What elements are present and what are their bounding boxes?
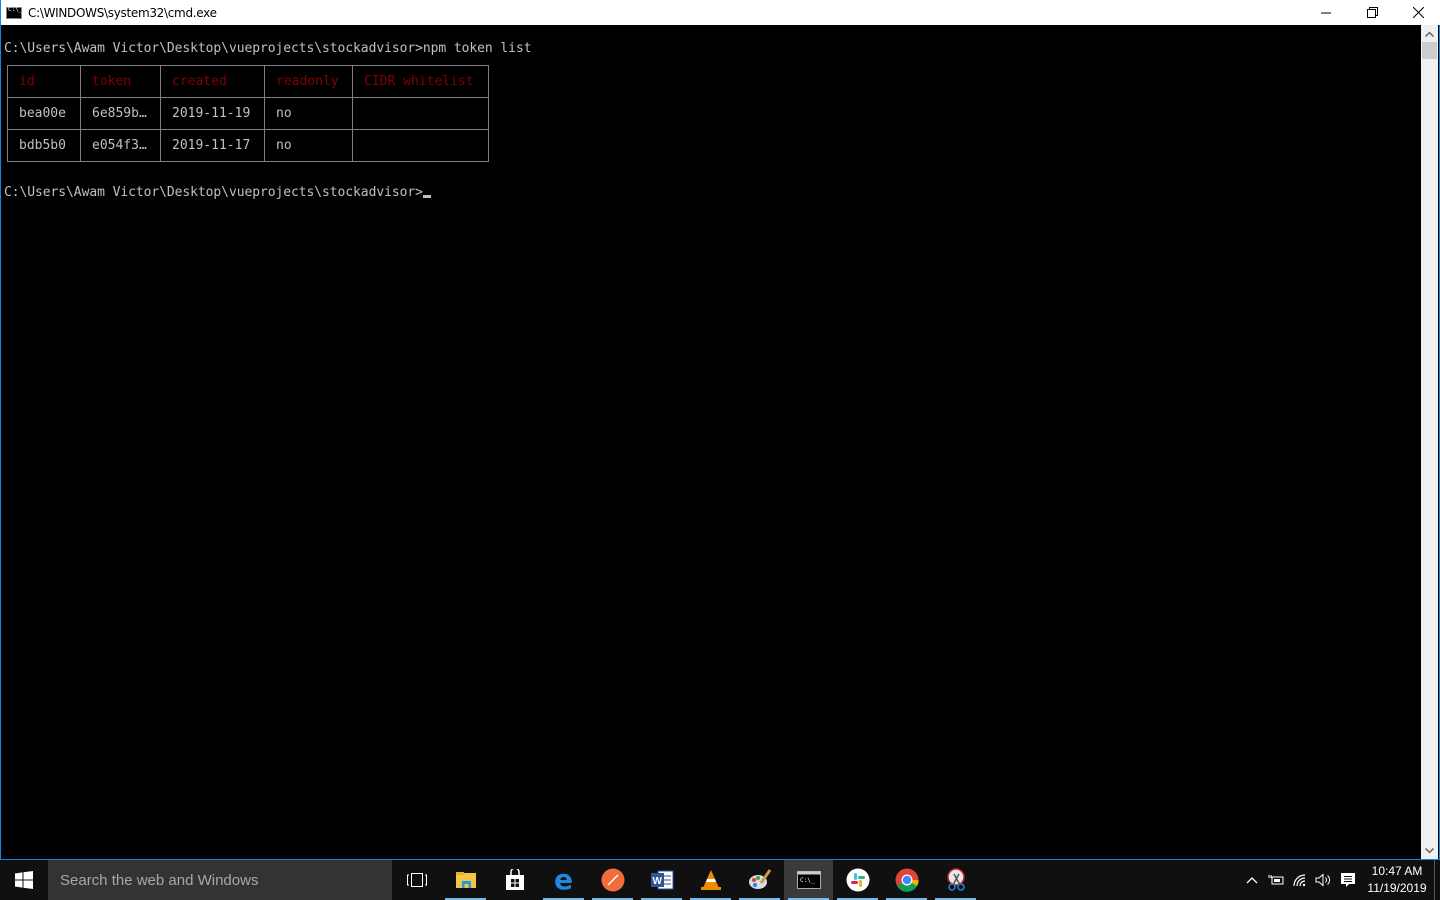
start-button[interactable] (0, 860, 48, 900)
table-header-row: id token created readonly CIDR whitelist (7, 65, 489, 98)
restore-icon (1366, 7, 1378, 18)
text-cursor (422, 195, 431, 198)
show-desktop-button[interactable] (1434, 860, 1440, 900)
minimize-button[interactable] (1303, 0, 1349, 25)
chevron-up-icon (1246, 877, 1258, 884)
speaker-icon (1315, 873, 1330, 887)
title-bar[interactable]: C:\WINDOWS\system32\cmd.exe (1, 0, 1440, 25)
scroll-down-button[interactable] (1421, 842, 1438, 859)
taskbar-snipping-tool[interactable] (931, 860, 980, 900)
close-icon (1412, 7, 1424, 18)
close-button[interactable] (1395, 0, 1440, 25)
taskbar-chrome[interactable] (882, 860, 931, 900)
command-line: C:\Users\Awam Victor\Desktop\vueprojects… (4, 41, 532, 56)
paint-icon (748, 869, 771, 889)
cmd-icon: C:\_ (796, 871, 821, 889)
header-token: token (80, 65, 161, 98)
clock-date: 11/19/2019 (1367, 881, 1427, 895)
store-icon (505, 869, 524, 890)
console-output[interactable]: C:\Users\Awam Victor\Desktop\vueprojects… (2, 25, 1422, 859)
search-placeholder: Search the web and Windows (60, 871, 259, 889)
minimize-icon (1321, 12, 1331, 13)
postman-icon (601, 868, 624, 892)
cell-created: 2019-11-19 (160, 97, 265, 130)
prompt-text: C:\Users\Awam Victor\Desktop\vueprojects… (4, 185, 423, 200)
search-box[interactable]: Search the web and Windows (48, 860, 392, 900)
window-title: C:\WINDOWS\system32\cmd.exe (28, 5, 217, 20)
word-icon: W (650, 870, 673, 890)
notification-icon (1341, 873, 1355, 887)
header-created: created (160, 65, 265, 98)
wifi-icon (1293, 874, 1306, 887)
cell-readonly: no (264, 129, 353, 162)
header-readonly: readonly (264, 65, 353, 98)
cell-id: bea00e (7, 97, 81, 130)
file-explorer-icon (455, 872, 476, 888)
vertical-scrollbar[interactable] (1421, 25, 1438, 859)
vlc-icon (700, 870, 721, 890)
cell-cidr-whitelist (352, 129, 489, 162)
cmd-window: C:\WINDOWS\system32\cmd.exe C:\Users\Awa… (0, 0, 1440, 860)
battery-plugged-icon (1268, 875, 1284, 885)
snipping-tool-icon (946, 868, 965, 891)
taskbar: Search the web and Windows e W C:\_ 10:4… (0, 860, 1440, 900)
taskbar-store[interactable] (490, 860, 539, 900)
taskbar-postman[interactable] (588, 860, 637, 900)
cmd-app-icon (6, 6, 22, 19)
taskbar-paint[interactable] (735, 860, 784, 900)
svg-text:C:\_: C:\_ (800, 877, 815, 884)
cell-token: e054f3… (80, 129, 161, 162)
header-id: id (7, 65, 81, 98)
taskbar-edge[interactable]: e (539, 860, 588, 900)
chevron-up-icon (1425, 30, 1434, 37)
network-button[interactable] (1288, 860, 1312, 900)
edge-icon: e (554, 863, 573, 896)
svg-text:W: W (652, 876, 662, 887)
cell-created: 2019-11-17 (160, 129, 265, 162)
clock-time: 10:47 AM (1371, 864, 1423, 878)
table-row: bea00e 6e859b… 2019-11-19 no (7, 97, 489, 130)
system-tray: 10:47 AM 11/19/2019 (1240, 860, 1440, 900)
taskbar-file-explorer[interactable] (441, 860, 490, 900)
taskbar-vlc[interactable] (686, 860, 735, 900)
scroll-up-button[interactable] (1421, 25, 1438, 42)
scroll-thumb[interactable] (1422, 42, 1437, 59)
action-center-button[interactable] (1336, 860, 1360, 900)
taskbar-word[interactable]: W (637, 860, 686, 900)
cell-cidr-whitelist (352, 97, 489, 130)
task-view-button[interactable] (392, 860, 441, 900)
cell-token: 6e859b… (80, 97, 161, 130)
chrome-icon (895, 868, 919, 892)
clock[interactable]: 10:47 AM 11/19/2019 (1360, 863, 1434, 897)
chevron-down-icon (1425, 847, 1434, 854)
header-cidr-whitelist: CIDR whitelist (352, 65, 489, 98)
taskbar-slack[interactable] (833, 860, 882, 900)
show-hidden-icons-button[interactable] (1240, 860, 1264, 900)
cell-id: bdb5b0 (7, 129, 81, 162)
windows-logo-icon (15, 871, 33, 889)
slack-icon (846, 868, 869, 892)
prompt-line[interactable]: C:\Users\Awam Victor\Desktop\vueprojects… (4, 185, 431, 201)
table-row: bdb5b0 e054f3… 2019-11-17 no (7, 129, 489, 162)
volume-button[interactable] (1312, 860, 1336, 900)
cell-readonly: no (264, 97, 353, 130)
taskbar-cmd[interactable]: C:\_ (784, 860, 833, 900)
task-view-icon (406, 873, 427, 887)
token-table: id token created readonly CIDR whitelist… (7, 65, 489, 162)
battery-button[interactable] (1264, 860, 1288, 900)
restore-button[interactable] (1349, 0, 1395, 25)
